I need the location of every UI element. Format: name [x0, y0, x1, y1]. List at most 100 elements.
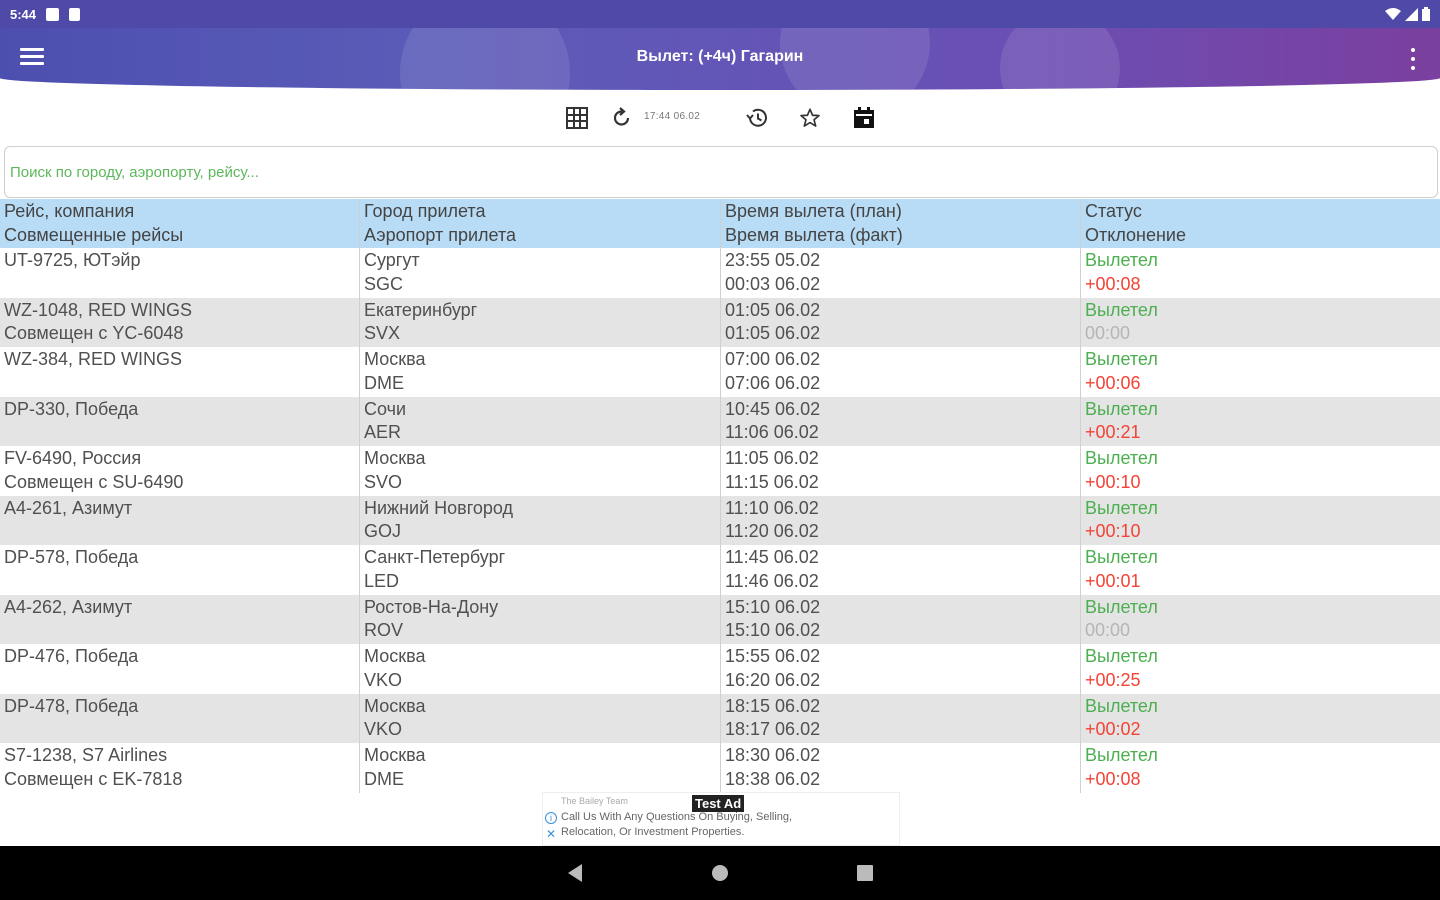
cell-departure-time: 18:30 06.02 18:38 06.02: [720, 743, 1080, 793]
page-title: Вылет: (+4ч) Гагарин: [636, 48, 804, 65]
table-row[interactable]: FV-6490, Россия Совмещен с SU-6490 Москва S…: [0, 446, 1440, 496]
cell-departure-time: 10:45 06.02 11:06 06.02: [720, 396, 1080, 446]
header-city[interactable]: Город прилета Аэропорт прилета: [359, 199, 720, 248]
cell-status: Вылетел +00:10: [1080, 495, 1440, 545]
cell-flight: A4-261, Азимут: [0, 496, 359, 546]
header-line: Статус: [1085, 201, 1142, 221]
cell-flight: DP-330, Победа: [0, 397, 359, 447]
arrival-airport: SGC: [364, 273, 404, 294]
ad-banner[interactable]: The Bailey Team Test Ad i Call Us With A…: [542, 792, 900, 846]
app-bar: Вылет: (+4ч) Гагарин: [0, 28, 1440, 90]
planned-time: 18:30 06.02: [725, 745, 821, 765]
actual-time: 16:20 06.02: [725, 669, 821, 690]
cell-destination: Москва DME: [359, 347, 720, 397]
last-update-time: 17:44 06.02: [644, 111, 701, 122]
ad-info-icon[interactable]: i: [545, 812, 557, 824]
arrival-city: Нижний Новгород: [364, 497, 514, 518]
notification-icon: [46, 7, 60, 21]
arrival-airport: DME: [364, 372, 404, 393]
table-row[interactable]: DP-330, Победа Сочи AER 10:45 06.02 11:06 06…: [0, 396, 1440, 447]
cell-flight: WZ-384, RED WINGS: [0, 347, 359, 397]
cell-destination: Москва SVO: [359, 446, 720, 496]
actual-time: 15:10 06.02: [725, 620, 821, 640]
actual-time: 07:06 06.02: [725, 372, 821, 393]
codeshare-info: [4, 570, 355, 594]
table-row[interactable]: S7-1238, S7 Airlines Совмещен с EK-7818 Мо…: [0, 743, 1440, 793]
arrival-city: Сургут: [364, 250, 420, 270]
home-icon[interactable]: [711, 863, 729, 883]
cell-departure-time: 01:05 06.02 01:05 06.02: [720, 297, 1080, 347]
ad-close-icon[interactable]: ✕: [546, 828, 556, 840]
status-text: Вылетел: [1085, 398, 1158, 419]
cell-status: Вылетел 00:00: [1080, 297, 1440, 347]
flight-number: WZ-384, RED WINGS: [4, 349, 183, 369]
header-line: Аэропорт прилета: [364, 224, 517, 245]
status-text: Вылетел: [1085, 497, 1158, 518]
header-line: Совмещенные рейсы: [4, 224, 184, 245]
arrival-airport: AER: [364, 422, 402, 442]
table-row[interactable]: DP-476, Победа Москва VKO 15:55 06.02 16:20 …: [0, 644, 1440, 694]
arrival-city: Санкт-Петербург: [364, 547, 506, 567]
cell-departure-time: 15:55 06.02 16:20 06.02: [720, 644, 1080, 694]
status-text: Вылетел: [1085, 349, 1158, 369]
codeshare-info: [4, 520, 355, 544]
cell-destination: Сочи AER: [359, 396, 720, 446]
arrival-city: Москва: [364, 646, 426, 666]
cell-flight: A4-262, Азимут: [0, 595, 359, 645]
deviation-text: +00:08: [1085, 768, 1141, 789]
sd-card-icon: [69, 7, 81, 21]
system-nav-bar: [0, 846, 1440, 900]
codeshare-info: Совмещен с SU-6490: [4, 471, 184, 492]
refresh-icon[interactable]: [608, 104, 636, 132]
signal-icon: [1405, 7, 1418, 21]
table-row[interactable]: WZ-384, RED WINGS Москва DME 07:00 06.02 07:…: [0, 347, 1440, 397]
arrival-airport: DME: [364, 768, 404, 789]
recents-icon[interactable]: [856, 863, 874, 883]
table-row[interactable]: UT-9725, ЮТэйр Сургут SGC 23:55 05.02 00:03 …: [0, 248, 1440, 298]
planned-time: 01:05 06.02: [725, 299, 821, 320]
cell-status: Вылетел +00:06: [1080, 347, 1440, 397]
flight-number: DP-478, Победа: [4, 695, 139, 716]
table-row[interactable]: A4-262, Азимут Ростов-На-Дону ROV 15:10 06.…: [0, 594, 1440, 645]
header-time[interactable]: Время вылета (план) Время вылета (факт): [720, 199, 1080, 248]
calendar-icon[interactable]: [850, 104, 878, 132]
flight-number: DP-476, Победа: [4, 646, 139, 666]
cell-flight: DP-476, Победа: [0, 644, 359, 694]
arrival-city: Москва: [364, 448, 426, 468]
codeshare-info: Совмещен с YC-6048: [4, 323, 184, 343]
deviation-text: 00:00: [1085, 620, 1131, 640]
cell-destination: Ростов-На-Дону ROV: [359, 594, 720, 644]
table-row[interactable]: A4-261, Азимут Нижний Новгород GOJ 11:10 06…: [0, 495, 1440, 546]
table-view-icon[interactable]: [563, 104, 591, 132]
actual-time: 11:46 06.02: [725, 570, 819, 591]
planned-time: 07:00 06.02: [725, 349, 821, 369]
arrival-airport: SVX: [364, 323, 401, 343]
cell-departure-time: 11:45 06.02 11:46 06.02: [720, 545, 1080, 595]
status-text: Вылетел: [1085, 646, 1158, 666]
codeshare-info: [4, 273, 355, 297]
arrival-city: Москва: [364, 745, 426, 765]
history-icon[interactable]: [743, 104, 771, 132]
table-row[interactable]: DP-578, Победа Санкт-Петербург LED 11:45 06…: [0, 545, 1440, 595]
ad-sponsor: The Bailey Team: [561, 796, 628, 806]
deviation-text: +00:01: [1085, 570, 1141, 591]
actual-time: 18:38 06.02: [725, 768, 821, 789]
more-options-icon[interactable]: [1410, 48, 1416, 70]
deviation-text: +00:21: [1085, 422, 1141, 442]
cell-departure-time: 15:10 06.02 15:10 06.02: [720, 594, 1080, 644]
arrival-city: Ростов-На-Дону: [364, 596, 499, 617]
status-text: Вылетел: [1085, 596, 1158, 617]
cell-departure-time: 11:10 06.02 11:20 06.02: [720, 495, 1080, 545]
codeshare-info: [4, 718, 355, 742]
table-row[interactable]: WZ-1048, RED WINGS Совмещен с YC-6048 Екат…: [0, 297, 1440, 347]
header-status[interactable]: Статус Отклонение: [1080, 199, 1440, 248]
table-row[interactable]: DP-478, Победа Москва VKO 18:15 06.02 18:17 …: [0, 693, 1440, 743]
back-icon[interactable]: [566, 863, 584, 883]
search-input[interactable]: [5, 147, 1437, 197]
arrival-city: Москва: [364, 349, 426, 369]
cell-destination: Нижний Новгород GOJ: [359, 495, 720, 545]
header-flight[interactable]: Рейс, компания Совмещенные рейсы: [0, 199, 359, 248]
cell-status: Вылетел +00:08: [1080, 248, 1440, 298]
favorite-star-icon[interactable]: [796, 104, 824, 132]
table-body: UT-9725, ЮТэйр Сургут SGC 23:55 05.02 00:03 …: [0, 248, 1440, 793]
